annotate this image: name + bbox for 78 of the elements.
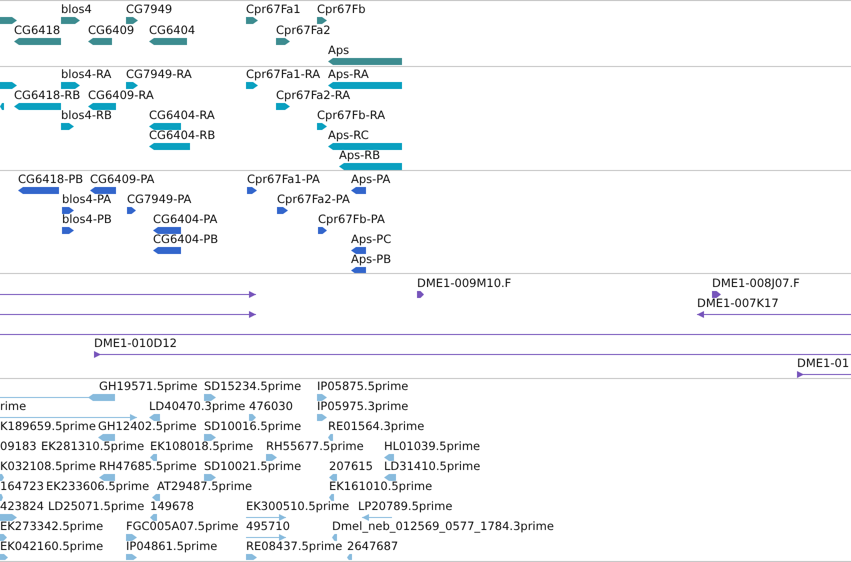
feature-label: 149678 bbox=[150, 499, 194, 513]
feature-label: Cpr67Fa2-RA bbox=[276, 88, 350, 102]
feature-label: K032108.5prime bbox=[0, 459, 96, 473]
feature-label: Cpr67Fb-PA bbox=[318, 212, 385, 226]
feature-label: FGC005A07.5prime bbox=[126, 519, 238, 533]
feature-label: Cpr67Fa1-PA bbox=[247, 172, 320, 186]
feature-label: CG7949-PA bbox=[127, 192, 192, 206]
feature-label: blos4-RA bbox=[61, 67, 112, 81]
feature-label: Dmel_neb_012569_0577_1784.3prime bbox=[332, 519, 554, 533]
feature-label: 495710 bbox=[246, 519, 290, 533]
feature-label: RH47685.5prime bbox=[99, 459, 197, 473]
feature-label: blos4 bbox=[61, 2, 92, 16]
feature-label: blos4-PA bbox=[62, 192, 112, 206]
feature-label: CG6404 bbox=[149, 23, 196, 37]
feature-label: 207615 bbox=[329, 459, 373, 473]
feature-label: CG6404-RA bbox=[149, 108, 215, 122]
feature-label: Cpr67Fa1-RA bbox=[246, 67, 320, 81]
feature-label: EK042160.5prime bbox=[0, 539, 104, 553]
feature-label: Cpr67Fa2 bbox=[276, 23, 331, 37]
feature-label: CG6418 bbox=[14, 23, 60, 37]
feature-label: 164723 bbox=[0, 479, 44, 493]
feature-label: Aps-PC bbox=[351, 232, 392, 246]
feature-label: EK273342.5prime bbox=[0, 519, 104, 533]
feature-label: AT29487.5prime bbox=[157, 479, 252, 493]
feature-label: rime bbox=[0, 399, 26, 413]
feature-label: RE08437.5prime bbox=[246, 539, 342, 553]
feature-label: CG6409-RA bbox=[88, 88, 154, 102]
feature-label: Aps-PB bbox=[351, 252, 392, 266]
feature-label: blos4-RB bbox=[61, 108, 112, 122]
feature-label: CG6404-PB bbox=[153, 232, 218, 246]
feature-label: 423824 bbox=[0, 499, 44, 513]
feature-label: HL01039.5prime bbox=[384, 439, 480, 453]
feature-label: 09183 bbox=[0, 439, 37, 453]
feature-label: EK281310.5prime bbox=[41, 439, 144, 453]
feature-label: K189659.5prime bbox=[0, 419, 96, 433]
feature-label: IP05975.3prime bbox=[317, 399, 408, 413]
feature-label: EK233606.5prime bbox=[46, 479, 150, 493]
feature-label: DME1-008J07.F bbox=[712, 276, 800, 290]
feature-label: LD31410.5prime bbox=[384, 459, 480, 473]
feature-label: Aps bbox=[328, 43, 350, 57]
feature-label: Cpr67Fa2-PA bbox=[277, 192, 350, 206]
feature-label: CG7949 bbox=[126, 2, 172, 16]
feature-label: EK300510.5prime bbox=[246, 499, 350, 513]
feature-label: LD40470.3prime bbox=[149, 399, 246, 413]
feature-label: DME1-007K17 bbox=[697, 296, 779, 310]
feature-label: SD10016.5prime bbox=[204, 419, 302, 433]
feature-label: DME1-009M10.F bbox=[417, 276, 512, 290]
feature-label: CG6418-RB bbox=[14, 88, 80, 102]
feature-label: SD15234.5prime bbox=[204, 379, 302, 393]
feature-label: CG6418-PB bbox=[18, 172, 84, 186]
feature-label: DME1-010D12 bbox=[94, 336, 177, 350]
feature-label: CG6409-PA bbox=[90, 172, 154, 186]
feature-label: SD10021.5prime bbox=[204, 459, 302, 473]
feature-label: Aps-RC bbox=[328, 128, 369, 142]
feature-label: RH55677.5prime bbox=[266, 439, 364, 453]
feature-label: EK108018.5prime bbox=[150, 439, 254, 453]
feature-label: Aps-RA bbox=[328, 67, 369, 81]
feature-label: CG6409 bbox=[88, 23, 134, 37]
feature-label: blos4-PB bbox=[62, 212, 112, 226]
feature-label: LP20789.5prime bbox=[358, 499, 452, 513]
feature-label: Cpr67Fa1 bbox=[246, 2, 301, 16]
feature-label: CG7949-RA bbox=[126, 67, 192, 81]
feature-label: GH19571.5prime bbox=[99, 379, 198, 393]
feature-label: LD25071.5prime bbox=[48, 499, 144, 513]
feature-label: IP04861.5prime bbox=[126, 539, 218, 553]
feature-label: 476030 bbox=[249, 399, 293, 413]
feature-label: Aps-RB bbox=[339, 148, 380, 162]
feature-label: Cpr67Fb bbox=[317, 2, 366, 16]
feature-label: DME1-01 bbox=[797, 356, 850, 370]
feature-label: GH12402.5prime bbox=[98, 419, 197, 433]
feature-label: CG6404-PA bbox=[153, 212, 218, 226]
feature-label: 2647687 bbox=[347, 539, 398, 553]
feature-label: Aps-PA bbox=[351, 172, 390, 186]
feature-label: IP05875.5prime bbox=[317, 379, 408, 393]
feature-label: Cpr67Fb-RA bbox=[317, 108, 386, 122]
feature-label: RE01564.3prime bbox=[328, 419, 424, 433]
feature-label: CG6404-RB bbox=[149, 128, 216, 142]
feature-label: EK161010.5prime bbox=[329, 479, 432, 493]
